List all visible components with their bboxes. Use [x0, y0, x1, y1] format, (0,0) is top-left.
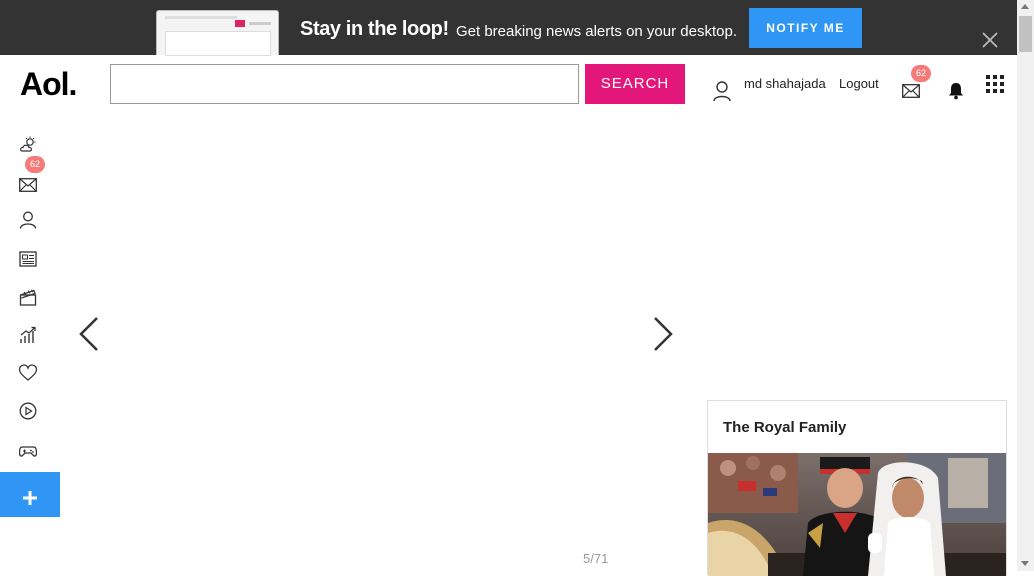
notify-me-button[interactable]: NOTIFY ME	[749, 8, 862, 48]
search-input[interactable]	[110, 64, 579, 104]
apps-grid-icon[interactable]	[986, 75, 1004, 93]
video-icon[interactable]	[19, 402, 37, 420]
previous-slide-arrow-icon[interactable]	[78, 316, 100, 352]
finance-icon[interactable]	[19, 326, 37, 344]
browser-preview-illustration	[156, 10, 279, 56]
username-link[interactable]: md shahajada	[744, 76, 826, 91]
sidebar-mail-badge: 62	[25, 156, 45, 173]
bell-icon[interactable]	[947, 82, 965, 100]
user-icon[interactable]	[712, 80, 732, 102]
banner-title: Stay in the loop!	[300, 18, 449, 40]
next-slide-arrow-icon[interactable]	[652, 316, 674, 352]
page-scrollbar[interactable]	[1017, 0, 1034, 571]
scroll-down-arrow-icon[interactable]	[1021, 561, 1029, 566]
aol-logo[interactable]: Aol.	[20, 66, 77, 103]
related-card[interactable]: The Royal Family	[707, 400, 1007, 576]
games-icon[interactable]	[19, 442, 37, 460]
mail-icon[interactable]	[902, 84, 920, 98]
royal-wedding-photo[interactable]	[708, 453, 1006, 576]
scroll-up-arrow-icon[interactable]	[1021, 4, 1029, 9]
profile-icon[interactable]	[19, 211, 37, 229]
plus-icon	[23, 491, 37, 505]
scrollbar-thumb[interactable]	[1019, 16, 1032, 52]
search-button[interactable]: SEARCH	[585, 64, 685, 104]
weather-icon[interactable]	[19, 136, 37, 154]
slide-counter: 5/71	[583, 551, 609, 566]
notification-banner: Stay in the loop! Get breaking news aler…	[0, 0, 1034, 56]
close-icon[interactable]	[980, 30, 1000, 50]
news-icon[interactable]	[19, 250, 37, 268]
logout-link[interactable]: Logout	[839, 76, 879, 91]
sidebar-mail-icon[interactable]	[19, 176, 37, 194]
card-title[interactable]: The Royal Family	[723, 419, 846, 436]
lifestyle-icon[interactable]	[19, 364, 37, 382]
banner-subtitle: Get breaking news alerts on your desktop…	[456, 23, 737, 40]
entertainment-icon[interactable]	[19, 288, 37, 306]
more-sections-button[interactable]	[0, 472, 60, 517]
mail-count-badge: 62	[911, 65, 931, 82]
